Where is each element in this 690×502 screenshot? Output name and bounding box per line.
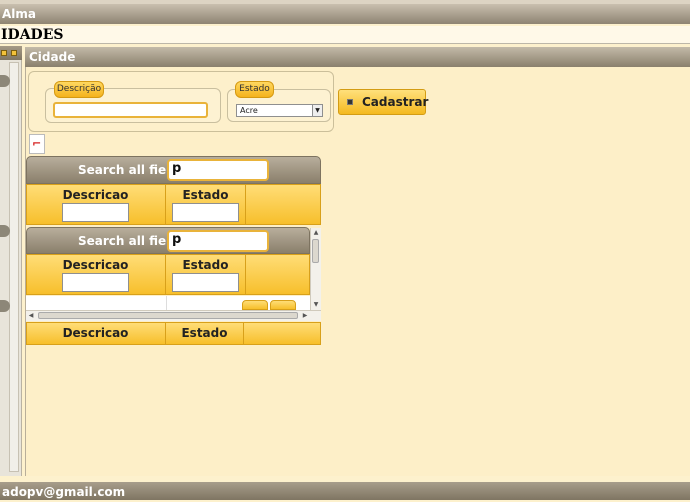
scroll-up-icon[interactable]: ▲ — [311, 228, 321, 238]
grid2-footer-estado[interactable]: Estado — [166, 322, 244, 345]
window-title-bar: Alma — [0, 4, 690, 24]
chevron-down-icon[interactable]: ▼ — [312, 105, 322, 116]
column-header: Descricao — [62, 258, 129, 272]
status-bar: adopv@gmail.com — [0, 482, 690, 500]
grid2-horizontal-scrollbar[interactable]: ◀ ▶ — [26, 310, 321, 321]
grid2-descricao-filter[interactable] — [62, 273, 129, 292]
descricao-input[interactable] — [53, 102, 208, 118]
row-edit-button[interactable] — [242, 300, 268, 310]
scroll-down-icon[interactable]: ▼ — [311, 300, 321, 310]
estado-select[interactable]: Acre ▼ — [236, 104, 323, 117]
grid1-search-input[interactable]: p — [167, 159, 269, 181]
scroll-left-icon[interactable]: ◀ — [27, 311, 35, 321]
pdf-export-icon[interactable]: ⌐ — [29, 134, 45, 154]
column-header: Estado — [182, 188, 229, 202]
close-icon[interactable] — [11, 50, 17, 56]
user-email: adopv@gmail.com — [2, 485, 126, 499]
scroll-thumb[interactable] — [38, 312, 298, 319]
row-delete-button[interactable] — [270, 300, 296, 310]
cadastrar-button[interactable]: Cadastrar — [338, 89, 429, 115]
column-header: Descricao — [62, 326, 129, 340]
save-icon — [347, 99, 353, 105]
column-header: Descricao — [62, 188, 129, 202]
sidebar-scrollbar[interactable] — [9, 62, 19, 472]
scroll-right-icon[interactable]: ▶ — [301, 311, 309, 321]
window-title: Alma — [2, 7, 37, 21]
grid2-footer-descricao[interactable]: Descricao — [26, 322, 166, 345]
grid2-estado-filter[interactable] — [172, 273, 239, 292]
grid2-search-input[interactable]: p — [167, 230, 269, 252]
grid2-vertical-scrollbar[interactable]: ▲ ▼ — [310, 228, 321, 310]
column-header: Estado — [181, 326, 228, 340]
estado-selected-value: Acre — [240, 106, 258, 115]
estado-label: Estado — [235, 81, 274, 98]
descricao-label: Descrição — [54, 81, 104, 98]
column-divider — [166, 296, 167, 310]
panel-title: Cidade — [25, 47, 690, 67]
cadastrar-label: Cadastrar — [362, 95, 429, 109]
scroll-thumb[interactable] — [312, 239, 319, 263]
grid1-estado-filter[interactable] — [172, 203, 239, 222]
column-header: Estado — [182, 258, 229, 272]
page-heading: IDADES — [0, 26, 690, 44]
grid1-descricao-filter[interactable] — [62, 203, 129, 222]
pin-icon[interactable] — [1, 50, 7, 56]
